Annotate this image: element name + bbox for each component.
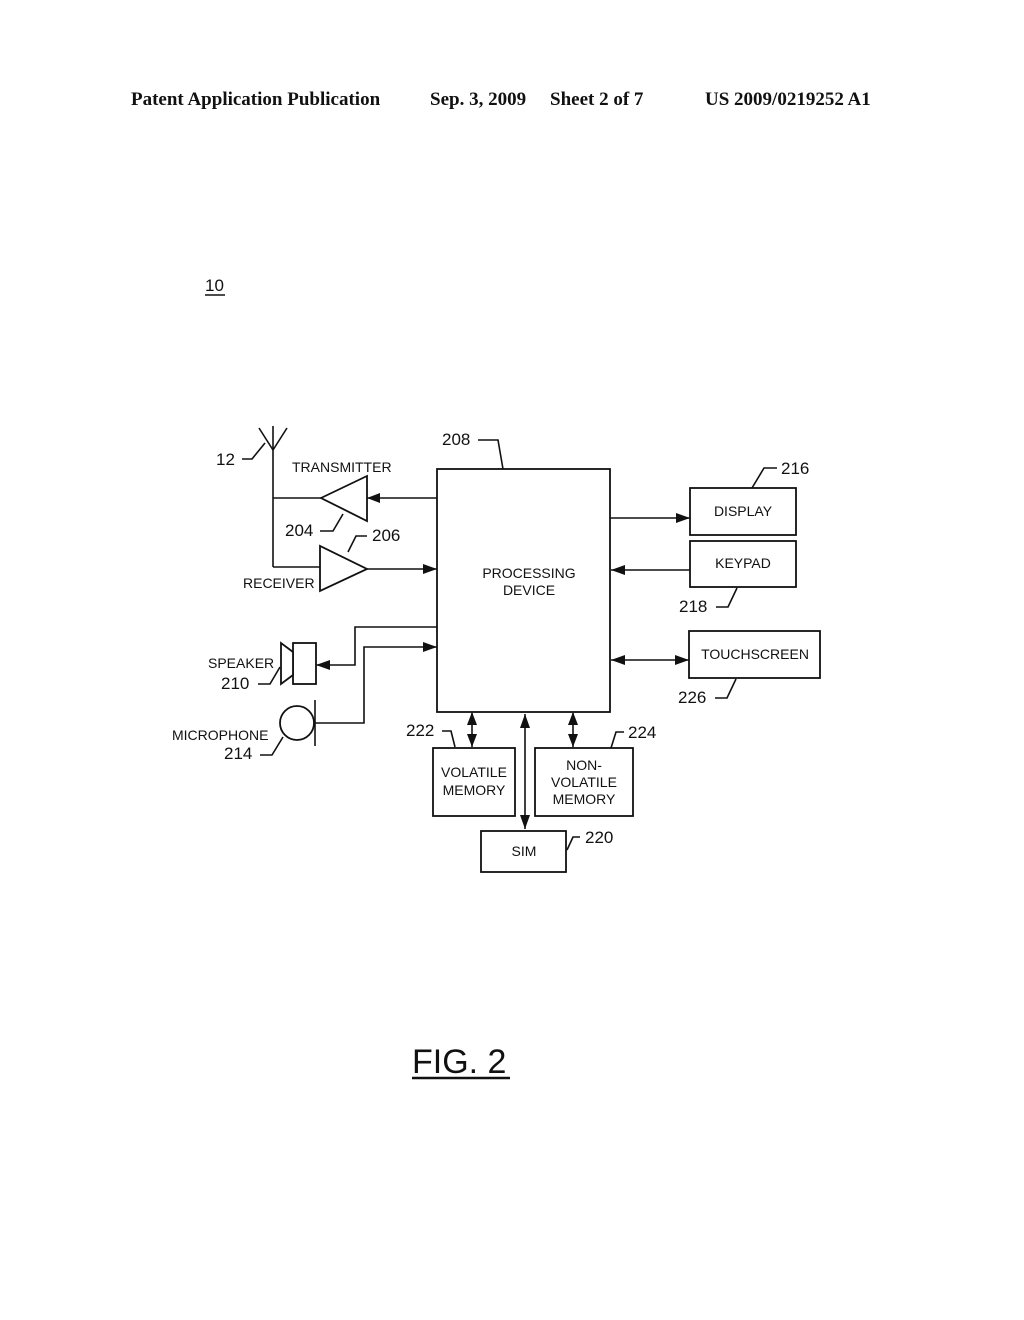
microphone-icon	[279, 705, 315, 741]
volatile-memory-ref: 222	[406, 721, 434, 740]
volatile-memory-leader	[442, 730, 456, 748]
touchscreen-ref: 226	[678, 688, 706, 707]
speaker-arrow	[316, 660, 330, 670]
display-leader	[751, 467, 777, 489]
display-label: DISPLAY	[714, 503, 773, 519]
nonvolatile-memory-label-line2: VOLATILE	[551, 774, 617, 790]
speaker-ref: 210	[221, 674, 249, 693]
antenna-leader	[242, 442, 266, 460]
antenna-ref: 12	[216, 450, 235, 469]
transmitter-arrow	[367, 493, 380, 503]
nonvolatile-memory-leader	[610, 731, 624, 749]
nonvolatile-memory-label-line1: NON-	[566, 757, 602, 773]
processing-device-ref: 208	[442, 430, 470, 449]
microphone-arrow	[423, 642, 437, 652]
receiver-ref: 206	[372, 526, 400, 545]
transmitter-leader	[320, 513, 344, 532]
block-diagram: 10 12 TRANSMITTER 204 RECEIVER 206 PROCE…	[172, 276, 821, 1081]
figure-ref-label: 10	[205, 276, 224, 295]
receiver-arrow	[423, 564, 437, 574]
transmitter-label: TRANSMITTER	[292, 459, 392, 475]
volatile-memory-arrow-down	[467, 734, 477, 747]
processing-device-leader	[478, 439, 504, 470]
volatile-memory-label-line2: MEMORY	[443, 782, 506, 798]
touchscreen-leader	[715, 678, 737, 699]
sim-arrow-down	[520, 815, 530, 829]
speaker-cone-icon	[280, 641, 294, 686]
volatile-memory-arrow-up	[467, 712, 477, 725]
figure-caption: FIG. 2	[412, 1043, 506, 1081]
volatile-memory-label-line1: VOLATILE	[441, 764, 507, 780]
sim-leader	[566, 836, 580, 851]
sim-ref: 220	[585, 828, 613, 847]
keypad-label: KEYPAD	[715, 555, 771, 571]
receiver-amplifier	[319, 544, 370, 593]
nonvolatile-memory-ref: 224	[628, 723, 656, 742]
speaker-line	[316, 626, 437, 666]
nonvolatile-memory-arrow-down	[568, 734, 578, 747]
microphone-line	[315, 646, 437, 724]
keypad-leader	[716, 587, 738, 608]
touchscreen-arrow-right	[675, 655, 689, 665]
touchscreen-arrow-left	[611, 655, 625, 665]
receiver-label: RECEIVER	[243, 575, 315, 591]
speaker-label: SPEAKER	[208, 655, 274, 671]
transmitter-ref: 204	[285, 521, 313, 540]
nonvolatile-memory-label-line3: MEMORY	[553, 791, 616, 807]
transmitter-amplifier	[318, 474, 368, 523]
nonvolatile-memory-arrow-up	[568, 712, 578, 725]
receiver-leader	[347, 535, 367, 553]
microphone-ref: 214	[224, 744, 252, 763]
touchscreen-label: TOUCHSCREEN	[701, 646, 809, 662]
sim-label: SIM	[512, 843, 537, 859]
sim-arrow-up	[520, 714, 530, 728]
display-arrow	[676, 513, 690, 523]
keypad-arrow	[611, 565, 625, 575]
microphone-label: MICROPHONE	[172, 727, 268, 743]
antenna-icon	[258, 426, 288, 567]
processing-device-label-line2: DEVICE	[503, 582, 555, 598]
speaker-box	[292, 642, 317, 685]
display-ref: 216	[781, 459, 809, 478]
processing-device-label-line1: PROCESSING	[482, 565, 575, 581]
keypad-ref: 218	[679, 597, 707, 616]
